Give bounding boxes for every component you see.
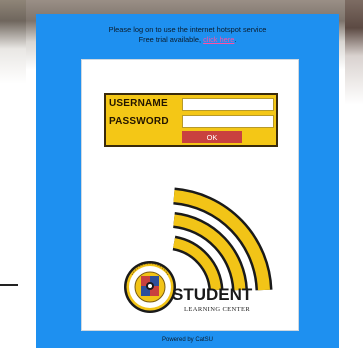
hotspot-login-portal: Please log on to use the internet hotspo… [36,14,339,348]
notice-line-2-text: Free trial available, [138,35,202,44]
username-input[interactable] [182,98,274,111]
notice-suffix: . [234,35,237,44]
student-learning-center-logo: STUDENT LEARNING CENTER [124,187,273,313]
left-edge-marker [0,284,18,286]
right-background-edge [345,0,363,349]
university-seal-icon [124,261,176,313]
notice-line-2: Free trial available, click here. [36,35,339,45]
notice-line-1: Please log on to use the internet hotspo… [108,25,267,34]
logo-name: STUDENT [172,285,253,304]
login-card: USERNAME PASSWORD OK STUDENT LEARNING CE… [81,59,299,331]
ok-button[interactable]: OK [182,131,242,143]
username-label: USERNAME [109,98,168,109]
logo-subtitle: LEARNING CENTER [184,306,250,313]
login-notice: Please log on to use the internet hotspo… [36,25,339,45]
password-input[interactable] [182,115,274,128]
left-background-edge [0,0,26,349]
powered-by-footer: Powered by CatSU [161,337,214,343]
free-trial-link[interactable]: click here [203,35,234,44]
wifi-signal-icon [172,187,273,291]
password-label: PASSWORD [109,116,169,127]
login-form: USERNAME PASSWORD OK [104,93,278,147]
